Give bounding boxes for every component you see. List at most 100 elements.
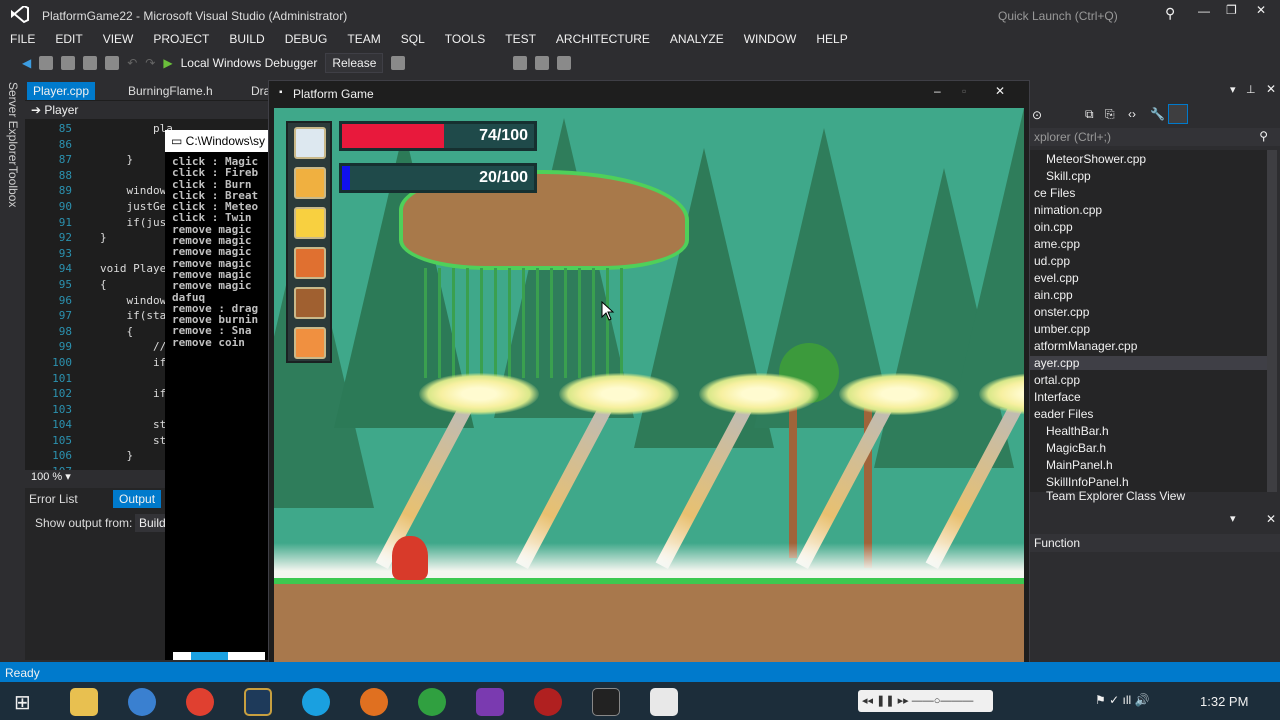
league-of-legends-icon[interactable] — [244, 688, 272, 716]
document-taskbar-icon[interactable] — [650, 688, 678, 716]
solution-item[interactable]: ce Files — [1034, 186, 1075, 200]
solution-search-input[interactable]: xplorer (Ctrl+;) ⚲ — [1030, 128, 1280, 146]
solution-item[interactable]: nimation.cpp — [1034, 203, 1102, 217]
solution-item[interactable]: MagicBar.h — [1046, 441, 1106, 455]
tab-team-explorer[interactable]: Team Explorer — [1046, 489, 1123, 503]
game-taskbar-icon[interactable] — [534, 688, 562, 716]
tab-player-cpp[interactable]: Player.cpp — [27, 82, 96, 100]
chrome-icon[interactable] — [186, 688, 214, 716]
maximize-button[interactable]: ❐ — [1226, 3, 1237, 17]
game-canvas[interactable]: 74/100 20/100 — [274, 108, 1024, 671]
open-icon[interactable] — [61, 56, 76, 70]
solution-item[interactable]: ame.cpp — [1034, 237, 1080, 251]
properties-icon[interactable]: 🔧 — [1150, 107, 1165, 121]
solution-item[interactable]: evel.cpp — [1034, 271, 1079, 285]
skill-twin-icon[interactable] — [294, 327, 326, 359]
solution-item[interactable]: umber.cpp — [1034, 322, 1090, 336]
bookmark-next-icon[interactable] — [535, 56, 550, 70]
debugger-button[interactable]: Local Windows Debugger — [181, 56, 318, 70]
properties-object-select[interactable]: Function — [1030, 534, 1280, 552]
skill-magic-claw-icon[interactable] — [294, 127, 326, 159]
menu-architecture[interactable]: ARCHITECTURE — [546, 30, 660, 50]
solution-item[interactable]: SkillInfoPanel.h — [1046, 475, 1129, 489]
firefox-icon[interactable] — [360, 688, 388, 716]
menu-view[interactable]: VIEW — [93, 30, 144, 50]
sync-view-icon[interactable] — [1168, 104, 1188, 124]
properties-dropdown-icon[interactable]: ▾ — [1230, 512, 1236, 525]
tab-class-view[interactable]: Class View — [1126, 489, 1185, 503]
skill-burning-flame-icon[interactable] — [294, 207, 326, 239]
menu-help[interactable]: HELP — [806, 30, 857, 50]
panel-close-icon[interactable]: ✕ — [1266, 82, 1276, 96]
game-minimize-button[interactable]: – — [934, 84, 941, 98]
solution-item[interactable]: Skill.cpp — [1046, 169, 1091, 183]
game-maximize-button[interactable]: ▫ — [962, 84, 966, 98]
panel-dropdown-icon[interactable]: ▾ — [1230, 83, 1236, 96]
close-button[interactable]: ✕ — [1256, 3, 1266, 17]
console-window[interactable]: ▭ C:\Windows\sy click : Magic click : Fir… — [165, 130, 270, 660]
tab-error-list[interactable]: Error List — [29, 492, 78, 506]
menu-debug[interactable]: DEBUG — [275, 30, 338, 50]
configuration-select[interactable]: Release — [325, 53, 384, 73]
collapse-all-icon[interactable]: ⧉ — [1085, 107, 1094, 122]
quick-launch-input[interactable]: Quick Launch (Ctrl+Q) — [998, 9, 1118, 23]
menu-test[interactable]: TEST — [495, 30, 546, 50]
menu-project[interactable]: PROJECT — [143, 30, 219, 50]
minimize-button[interactable]: — — [1198, 4, 1210, 18]
menu-edit[interactable]: EDIT — [45, 30, 92, 50]
file-explorer-icon[interactable] — [70, 688, 98, 716]
server-explorer-tab[interactable]: Server Explorer — [6, 82, 20, 165]
bookmark-icon[interactable] — [513, 56, 528, 70]
save-icon[interactable] — [83, 56, 98, 70]
bookmark-clear-icon[interactable] — [557, 56, 572, 70]
menu-sql[interactable]: SQL — [391, 30, 435, 50]
tab-burningflame-h[interactable]: BurningFlame.h — [122, 82, 219, 100]
solution-item[interactable]: MeteorShower.cpp — [1046, 152, 1146, 166]
game-window[interactable]: ▪ Platform Game – ▫ ✕ 74/100 20/100 — [268, 80, 1030, 676]
solution-item[interactable]: MainPanel.h — [1046, 458, 1113, 472]
clock[interactable]: 1:32 PM — [1200, 694, 1248, 709]
home-icon[interactable]: ⊙ — [1032, 108, 1042, 122]
menu-analyze[interactable]: ANALYZE — [660, 30, 734, 50]
skill-meteor-shower-icon[interactable] — [294, 287, 326, 319]
find-icon[interactable] — [391, 56, 406, 70]
toolbox-tab[interactable]: Toolbox — [6, 166, 20, 207]
menu-build[interactable]: BUILD — [219, 30, 274, 50]
show-all-files-icon[interactable]: ⎘ — [1105, 107, 1115, 122]
solution-item[interactable]: ayer.cpp — [1030, 356, 1267, 370]
breadcrumb[interactable]: ➔ Player — [25, 101, 275, 119]
game-close-button[interactable]: ✕ — [995, 84, 1005, 98]
menu-team[interactable]: TEAM — [337, 30, 390, 50]
solution-item[interactable]: ud.cpp — [1034, 254, 1070, 268]
skype-icon[interactable] — [302, 688, 330, 716]
back-icon[interactable]: ◀ — [22, 56, 31, 70]
itunes-icon[interactable] — [128, 688, 156, 716]
menu-tools[interactable]: TOOLS — [435, 30, 495, 50]
start-button[interactable]: ⊞ — [14, 690, 31, 715]
start-debugging-icon[interactable]: ▶ — [163, 56, 172, 70]
search-icon[interactable]: ⚲ — [1165, 5, 1175, 22]
skill-breath-icon[interactable] — [294, 247, 326, 279]
undo-icon[interactable]: ↶ — [127, 56, 137, 70]
solution-item[interactable]: ortal.cpp — [1034, 373, 1080, 387]
media-player-controls[interactable]: ◂◂ ❚❚ ▸▸ ——○——— — [858, 690, 993, 712]
view-code-icon[interactable]: ‹› — [1128, 107, 1136, 121]
solution-item[interactable]: ain.cpp — [1034, 288, 1073, 302]
save-all-icon[interactable] — [105, 56, 120, 70]
system-tray-icons[interactable]: ⚑ ✓ ıll 🔊 — [1095, 693, 1149, 707]
redo-icon[interactable]: ↷ — [145, 56, 155, 70]
tab-output[interactable]: Output — [113, 490, 162, 508]
solution-item[interactable]: atformManager.cpp — [1034, 339, 1137, 353]
solution-item[interactable]: eader Files — [1034, 407, 1093, 421]
tree-scrollbar[interactable] — [1267, 150, 1277, 492]
solution-item[interactable]: onster.cpp — [1034, 305, 1089, 319]
menu-window[interactable]: WINDOW — [734, 30, 807, 50]
solution-item[interactable]: HealthBar.h — [1046, 424, 1109, 438]
pin-icon[interactable]: ⊥ — [1246, 83, 1256, 96]
visual-studio-taskbar-icon[interactable] — [476, 688, 504, 716]
menu-file[interactable]: FILE — [0, 30, 45, 50]
new-project-icon[interactable] — [39, 56, 54, 70]
console-taskbar-icon[interactable] — [592, 688, 620, 716]
solution-item[interactable]: oin.cpp — [1034, 220, 1073, 234]
skill-fireball-icon[interactable] — [294, 167, 326, 199]
